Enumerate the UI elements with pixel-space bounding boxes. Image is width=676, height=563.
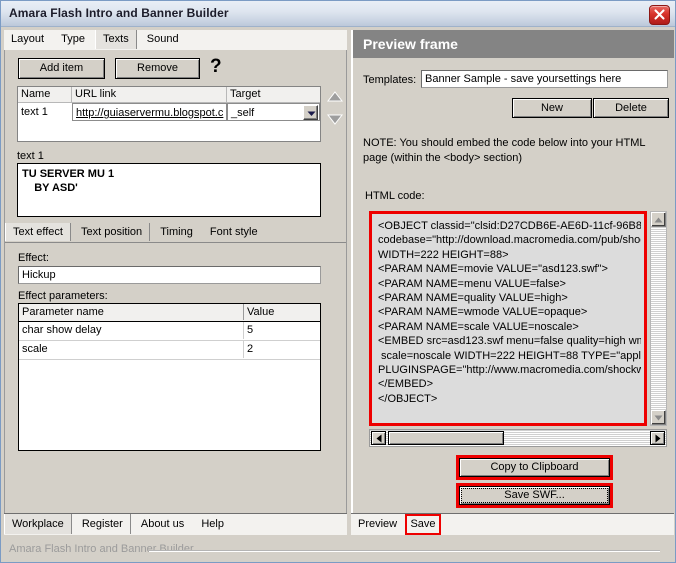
table-row[interactable]: text 1 http://guiaservermu.blogspot.c _s… xyxy=(18,103,320,121)
status-bar: Amara Flash Intro and Banner Builder xyxy=(1,538,675,562)
status-bar-divider xyxy=(149,550,660,552)
tab-save[interactable]: Save xyxy=(407,516,439,533)
effect-label: Effect: xyxy=(18,252,49,264)
copy-to-clipboard-button[interactable]: Copy to Clipboard xyxy=(459,458,610,477)
save-swf-button[interactable]: Save SWF... xyxy=(459,486,610,505)
preview-save-tab-strip: Preview Save xyxy=(351,513,674,535)
move-down-button[interactable] xyxy=(326,112,344,129)
scroll-down-button[interactable] xyxy=(651,410,666,425)
window-title: Amara Flash Intro and Banner Builder xyxy=(9,6,229,20)
scroll-down-icon xyxy=(654,415,663,421)
column-header-name: Name xyxy=(18,87,72,102)
templates-label: Templates: xyxy=(363,74,417,86)
text-properties-tab-strip: Text effect Text position Timing Font st… xyxy=(5,223,346,243)
tab-timing[interactable]: Timing xyxy=(153,223,200,241)
new-button[interactable]: New xyxy=(512,98,592,118)
remove-button[interactable]: Remove xyxy=(115,58,200,79)
scroll-right-button[interactable] xyxy=(650,431,665,445)
parameter-value-cell[interactable]: 2 xyxy=(244,341,320,358)
effect-input[interactable]: Hickup xyxy=(18,266,321,284)
tab-text-position[interactable]: Text position xyxy=(74,223,151,241)
right-panel: Preview frame Templates: Banner Sample -… xyxy=(351,30,674,535)
vertical-scrollbar[interactable] xyxy=(650,211,667,426)
arrow-up-icon xyxy=(326,91,344,102)
close-button[interactable] xyxy=(649,5,670,25)
text-content-input[interactable]: TU SERVER MU 1 BY ASD' xyxy=(17,163,321,217)
html-code-label: HTML code: xyxy=(365,190,425,202)
note-text: NOTE: You should embed the code below in… xyxy=(363,137,646,164)
scroll-up-button[interactable] xyxy=(651,212,666,227)
horizontal-scrollbar-thumb[interactable] xyxy=(388,431,504,445)
link-grid-header: Name URL link Target xyxy=(18,87,320,103)
application-window: Amara Flash Intro and Banner Builder Lay… xyxy=(0,0,676,563)
main-tab-strip: Layout Type Texts Sound xyxy=(4,30,347,51)
column-header-target: Target xyxy=(230,88,261,100)
column-header-parameter-name: Parameter name xyxy=(19,304,244,320)
table-row[interactable]: char show delay 5 xyxy=(19,322,320,341)
cell-url-text: http://guiaservermu.blogspot.c xyxy=(76,107,224,119)
tab-help[interactable]: Help xyxy=(194,514,231,534)
preview-frame-body: Templates: Banner Sample - save yoursett… xyxy=(351,58,674,535)
help-question-mark-icon[interactable]: ? xyxy=(210,56,222,78)
delete-button[interactable]: Delete xyxy=(593,98,669,118)
texts-panel-body: Add item Remove ? Name URL link Target t… xyxy=(4,50,347,535)
preview-frame-title: Preview frame xyxy=(363,36,458,52)
column-header-url: URL link xyxy=(72,87,227,102)
tab-text-effect[interactable]: Text effect xyxy=(5,223,71,241)
horizontal-scrollbar[interactable] xyxy=(369,429,667,447)
parameter-name-cell[interactable]: char show delay xyxy=(19,322,244,339)
tab-workplace[interactable]: Workplace xyxy=(4,514,72,534)
move-up-button[interactable] xyxy=(326,90,344,107)
tab-texts[interactable]: Texts xyxy=(95,30,137,49)
cell-name[interactable]: text 1 xyxy=(18,103,72,121)
tab-type[interactable]: Type xyxy=(54,30,92,49)
column-header-value: Value xyxy=(247,306,275,318)
add-item-button[interactable]: Add item xyxy=(18,58,105,79)
chevron-down-icon xyxy=(307,111,316,116)
html-code-highlight-border: <OBJECT classid="clsid:D27CDB6E-AE6D-11c… xyxy=(369,211,647,426)
scroll-up-icon xyxy=(654,217,663,223)
parameter-value-cell[interactable]: 5 xyxy=(244,322,320,339)
left-panel: Layout Type Texts Sound Add item Remove … xyxy=(4,30,347,535)
target-dropdown-button[interactable] xyxy=(303,105,318,120)
save-swf-highlight: Save SWF... xyxy=(456,483,613,508)
html-code-textarea[interactable]: <OBJECT classid="clsid:D27CDB6E-AE6D-11c… xyxy=(375,217,641,426)
selected-text-label: text 1 xyxy=(17,150,44,162)
tab-preview[interactable]: Preview xyxy=(351,514,404,534)
parameters-header-row: Parameter name Value xyxy=(19,304,320,322)
status-bar-text: Amara Flash Intro and Banner Builder xyxy=(9,543,194,555)
preview-frame-header: Preview frame xyxy=(351,30,674,58)
arrow-down-icon xyxy=(326,114,344,125)
title-bar: Amara Flash Intro and Banner Builder xyxy=(1,1,675,27)
close-x-icon xyxy=(654,9,665,20)
cell-target-text: _self xyxy=(231,107,255,119)
tab-save-highlight: Save xyxy=(405,514,441,535)
parameter-name-cell[interactable]: scale xyxy=(19,341,244,358)
scroll-left-icon xyxy=(376,434,382,443)
tab-about-us[interactable]: About us xyxy=(134,514,191,534)
link-list-grid[interactable]: Name URL link Target text 1 http://guias… xyxy=(17,86,321,142)
scroll-right-icon xyxy=(655,434,661,443)
tab-sound[interactable]: Sound xyxy=(140,30,186,49)
cell-target[interactable]: _self xyxy=(227,103,320,121)
tab-register[interactable]: Register xyxy=(75,514,131,534)
table-row[interactable]: scale 2 xyxy=(19,341,320,360)
tab-font-style[interactable]: Font style xyxy=(203,223,265,241)
scroll-left-button[interactable] xyxy=(371,431,386,445)
html-code-area-wrapper: <OBJECT classid="clsid:D27CDB6E-AE6D-11c… xyxy=(369,211,667,447)
cell-url[interactable]: http://guiaservermu.blogspot.c xyxy=(72,103,227,121)
reorder-arrows xyxy=(326,90,346,136)
templates-input[interactable]: Banner Sample - save yoursettings here xyxy=(421,70,668,88)
tab-layout[interactable]: Layout xyxy=(4,30,51,49)
effect-parameters-label: Effect parameters: xyxy=(18,290,108,302)
copy-to-clipboard-highlight: Copy to Clipboard xyxy=(456,455,613,480)
bottom-tab-strip: Workplace Register About us Help xyxy=(4,513,347,535)
effect-parameters-grid[interactable]: Parameter name Value char show delay 5 s… xyxy=(18,303,321,451)
